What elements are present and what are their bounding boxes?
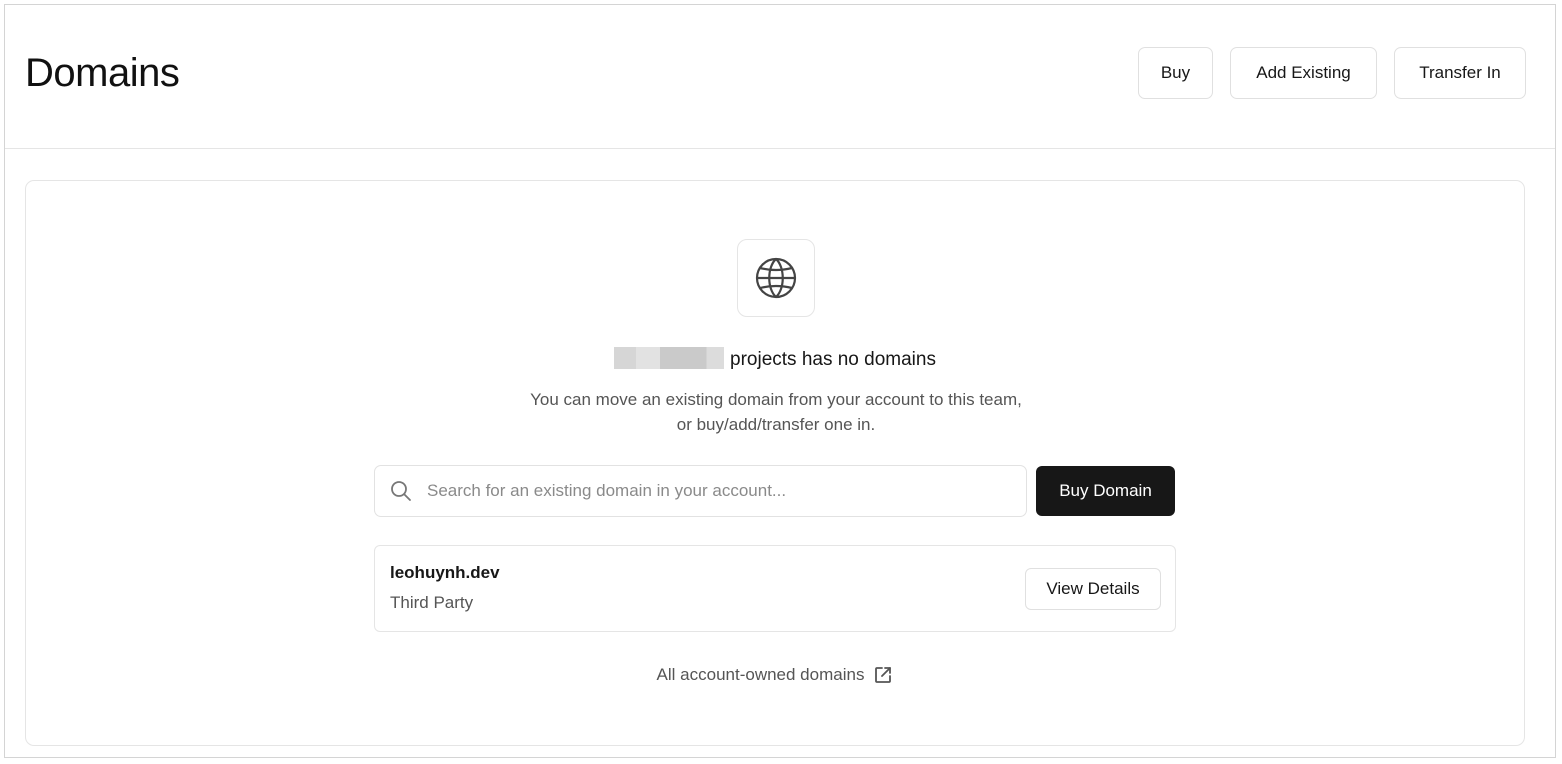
transfer-in-button[interactable]: Transfer In <box>1394 47 1526 99</box>
empty-state-title: projects has no domains <box>26 347 1524 373</box>
search-icon <box>390 480 412 502</box>
page-title: Domains <box>25 51 180 95</box>
domain-search-box <box>374 465 1027 517</box>
redacted-team-name <box>614 347 725 369</box>
empty-state-description: You can move an existing domain from you… <box>530 390 1022 434</box>
all-account-domains-label: All account-owned domains <box>656 665 865 684</box>
domain-search-input[interactable] <box>425 480 1009 502</box>
domain-list-item: leohuynh.dev Third Party View Details <box>374 545 1176 632</box>
buy-button[interactable]: Buy <box>1138 47 1213 99</box>
all-domains-row: All account-owned domains <box>26 663 1524 687</box>
domains-page: Domains Buy Add Existing Transfer In pro… <box>4 4 1556 758</box>
empty-state-title-text: projects has no domains <box>730 349 936 370</box>
empty-state-panel: projects has no domains You can move an … <box>25 180 1525 746</box>
all-account-domains-link[interactable]: All account-owned domains <box>657 663 894 687</box>
globe-icon <box>755 257 797 299</box>
page-header: Domains Buy Add Existing Transfer In <box>5 5 1555 149</box>
view-details-button[interactable]: View Details <box>1025 568 1161 610</box>
domain-name: leohuynh.dev <box>390 563 500 582</box>
add-existing-button[interactable]: Add Existing <box>1230 47 1377 99</box>
external-link-icon <box>873 665 893 685</box>
globe-icon-container <box>737 239 815 317</box>
domain-type: Third Party <box>390 593 474 612</box>
buy-domain-button[interactable]: Buy Domain <box>1036 466 1175 516</box>
